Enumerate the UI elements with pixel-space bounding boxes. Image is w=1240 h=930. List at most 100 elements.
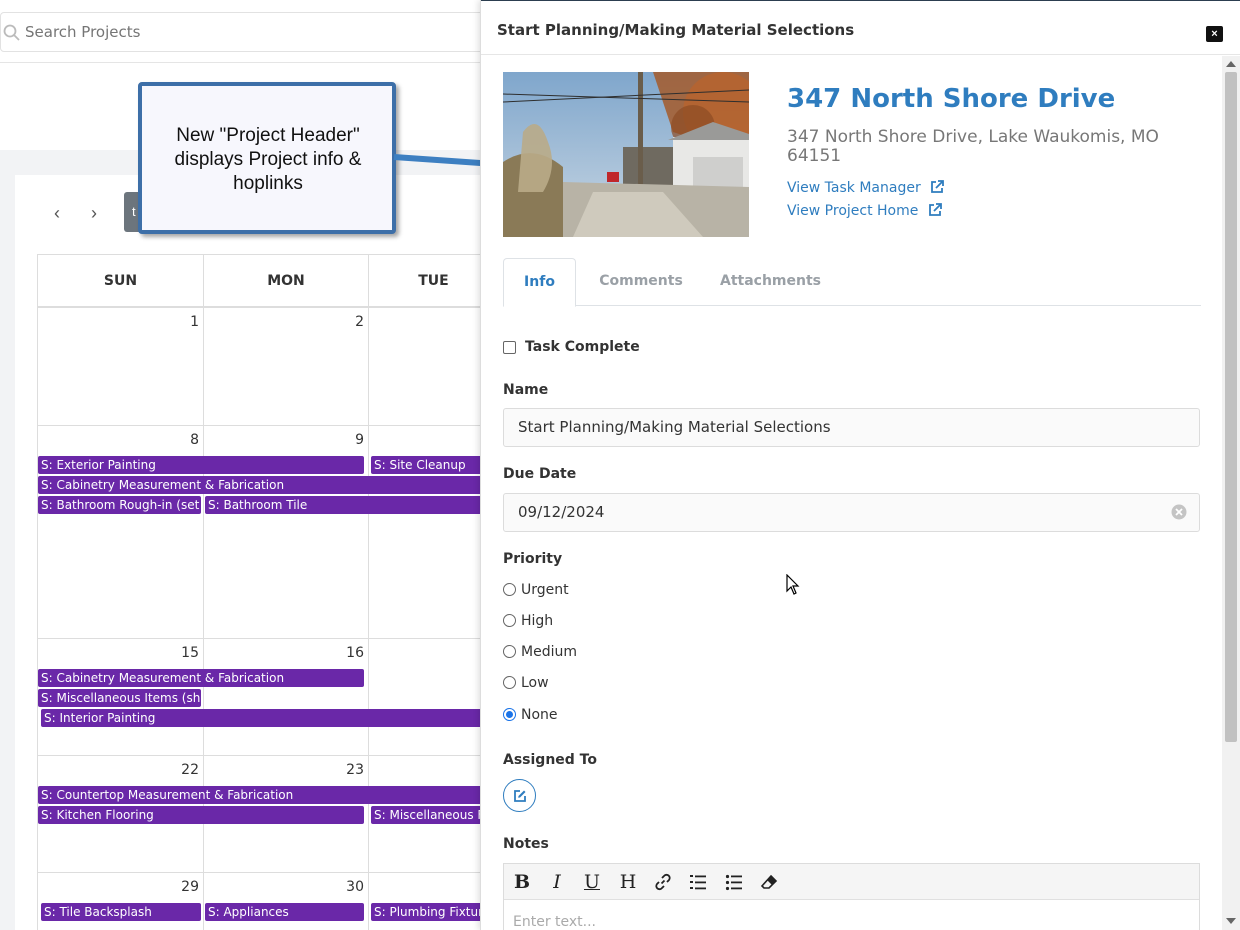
calendar-event[interactable]: S: Bathroom Rough-in (set t <box>38 496 201 514</box>
calendar-next-button[interactable]: › <box>84 202 104 224</box>
tab-info[interactable]: Info <box>503 258 576 307</box>
search-input[interactable] <box>25 13 465 51</box>
calendar-day[interactable]: 30 <box>203 872 368 930</box>
priority-option-label: Medium <box>521 644 577 660</box>
external-link-icon <box>931 180 945 193</box>
project-name-link[interactable]: 347 North Shore Drive <box>787 84 1115 114</box>
heading-button[interactable]: H <box>617 871 639 893</box>
tab-comments[interactable]: Comments <box>586 258 696 306</box>
notes-label: Notes <box>503 836 549 852</box>
priority-option-label: None <box>521 707 558 723</box>
ordered-list-icon <box>690 875 706 890</box>
priority-radio[interactable] <box>503 676 516 689</box>
calendar-event[interactable]: S: Kitchen Flooring <box>38 806 364 824</box>
view-task-manager-label: View Task Manager <box>787 180 921 196</box>
search-projects[interactable] <box>0 12 480 52</box>
day-number: 1 <box>190 314 199 330</box>
calendar-day[interactable] <box>368 872 480 930</box>
calendar-event[interactable]: S: Miscellaneous F <box>371 806 480 824</box>
day-number: 22 <box>181 762 199 778</box>
calendar-event[interactable]: S: Miscellaneous Items (shu <box>38 689 201 707</box>
underline-button[interactable]: U <box>581 871 603 893</box>
calendar-prev-button[interactable]: ‹ <box>47 202 67 224</box>
priority-option-label: Low <box>521 675 549 691</box>
day-number: 16 <box>346 645 364 661</box>
priority-radio[interactable] <box>503 645 516 658</box>
calendar-event[interactable]: S: Cabinetry Measurement & Fabrication <box>38 669 364 687</box>
tab-attachments[interactable]: Attachments <box>708 258 833 306</box>
day-number: 23 <box>346 762 364 778</box>
close-button[interactable]: × <box>1206 26 1223 42</box>
clear-date-icon[interactable] <box>1171 504 1187 520</box>
priority-radio[interactable] <box>503 583 516 596</box>
assigned-to-label: Assigned To <box>503 752 597 768</box>
day-number: 2 <box>355 314 364 330</box>
priority-option-label: Urgent <box>521 582 569 598</box>
calendar-event[interactable]: S: Appliances <box>205 903 364 921</box>
background-app: ‹ › t SUN MON TUE 1 2 8 9 S: Exterior Pa… <box>0 0 480 930</box>
project-address: 347 North Shore Drive, Lake Waukomis, MO… <box>787 127 1159 166</box>
calendar-day[interactable]: 2 <box>203 307 368 425</box>
view-task-manager-link[interactable]: View Task Manager <box>787 180 945 196</box>
annotation-callout: New "Project Header" displays Project in… <box>138 82 396 234</box>
edit-icon <box>514 790 526 802</box>
mouse-cursor-icon <box>786 574 800 595</box>
priority-radio-selected[interactable] <box>503 708 516 721</box>
editor-toolbar: B I U H <box>504 864 1199 900</box>
clear-format-button[interactable] <box>758 871 780 893</box>
scrollbar-thumb[interactable] <box>1225 72 1237 742</box>
due-date-label: Due Date <box>503 466 577 482</box>
day-number: 29 <box>181 879 199 895</box>
search-icon <box>3 24 20 41</box>
name-input[interactable]: Start Planning/Making Material Selection… <box>503 408 1200 447</box>
calendar-header-tue: TUE <box>368 254 480 307</box>
callout-text: New "Project Header" displays Project in… <box>174 125 362 194</box>
task-detail-panel: Start Planning/Making Material Selection… <box>480 0 1240 930</box>
task-complete-checkbox[interactable] <box>503 341 516 354</box>
priority-option-label: High <box>521 613 554 629</box>
link-icon <box>655 873 671 891</box>
project-photo <box>503 72 749 237</box>
bullet-list-button[interactable] <box>723 871 745 893</box>
priority-label: Priority <box>503 551 563 567</box>
calendar-header-mon: MON <box>203 254 368 307</box>
calendar-event[interactable]: S: Tile Backsplash <box>41 903 201 921</box>
notes-editor[interactable]: B I U H Enter text... <box>503 863 1200 930</box>
calendar-day[interactable]: 1 <box>37 307 203 425</box>
calendar-event[interactable]: S: Interior Painting <box>41 709 480 727</box>
notes-placeholder: Enter text... <box>513 914 597 930</box>
day-number: 8 <box>190 432 199 448</box>
due-date-input[interactable]: 09/12/2024 <box>503 493 1200 532</box>
external-link-icon <box>928 203 942 216</box>
italic-button[interactable]: I <box>546 871 568 893</box>
link-button[interactable] <box>652 871 674 893</box>
calendar-event[interactable]: S: Site Cleanup <box>371 456 480 474</box>
day-number: 30 <box>346 879 364 895</box>
calendar-event[interactable]: S: Bathroom Tile <box>205 496 480 514</box>
ordered-list-button[interactable] <box>687 871 709 893</box>
panel-title: Start Planning/Making Material Selection… <box>497 21 855 39</box>
calendar-event[interactable]: S: Exterior Painting <box>38 456 364 474</box>
calendar-event[interactable]: S: Cabinetry Measurement & Fabrication <box>38 476 480 494</box>
calendar-event[interactable]: S: Countertop Measurement & Fabrication <box>38 786 480 804</box>
task-complete-label: Task Complete <box>525 339 640 355</box>
panel-scrollbar[interactable] <box>1222 56 1240 930</box>
bold-button[interactable]: B <box>511 871 533 893</box>
view-project-home-link[interactable]: View Project Home <box>787 203 942 219</box>
calendar-day[interactable] <box>368 638 480 755</box>
edit-assignee-button[interactable] <box>503 779 536 812</box>
priority-radio[interactable] <box>503 614 516 627</box>
scroll-up-arrow-icon[interactable] <box>1226 61 1236 67</box>
scroll-down-arrow-icon[interactable] <box>1226 918 1236 924</box>
eraser-icon <box>760 874 778 889</box>
day-number: 15 <box>181 645 199 661</box>
tab-bar: Info Comments Attachments <box>503 258 1201 307</box>
calendar-header-sun: SUN <box>37 254 203 307</box>
calendar-day[interactable]: 16 <box>203 638 368 755</box>
day-number: 9 <box>355 432 364 448</box>
house-photo-image <box>503 72 749 237</box>
calendar-day[interactable]: 29 <box>37 872 203 930</box>
view-project-home-label: View Project Home <box>787 203 919 219</box>
calendar-event[interactable]: S: Plumbing Fixtur <box>371 903 480 921</box>
calendar-day[interactable] <box>368 307 480 425</box>
